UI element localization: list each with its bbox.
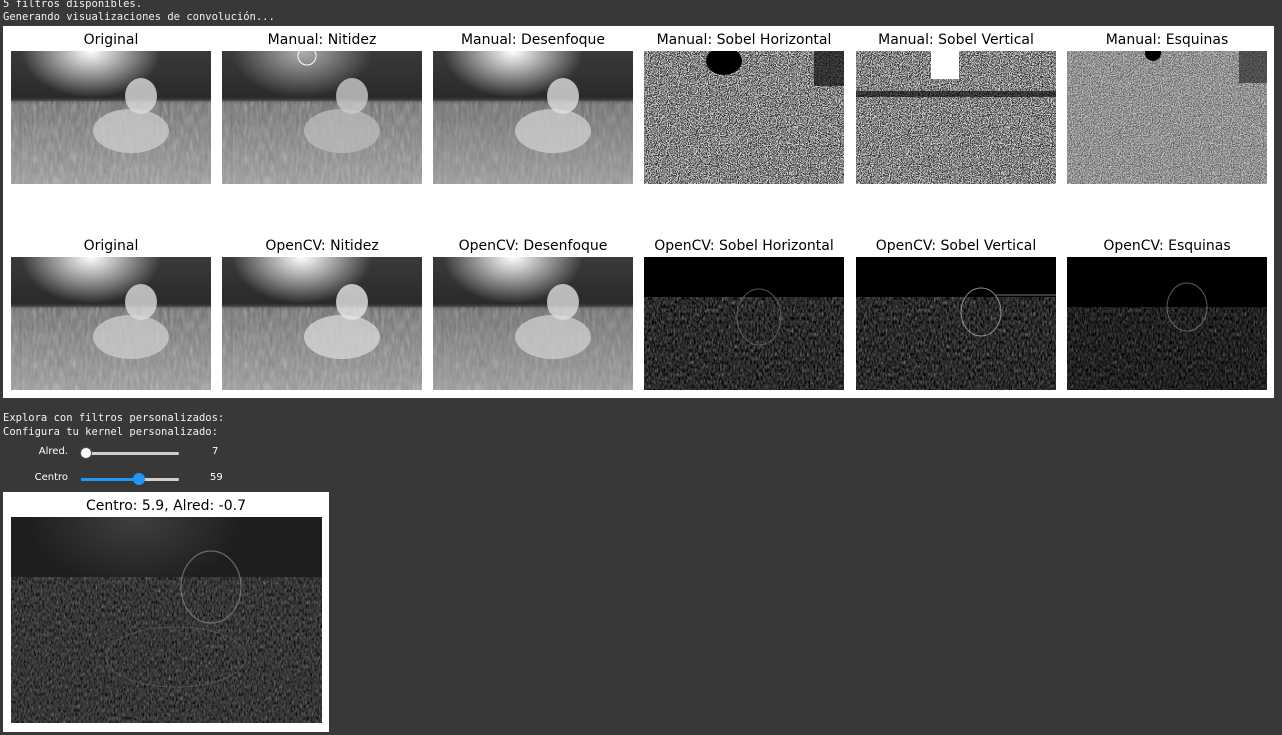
image-opencv-blur	[433, 257, 633, 390]
title-opencv-corners: OpenCV: Esquinas	[1103, 238, 1231, 254]
image-opencv-sobel-v	[856, 257, 1056, 390]
title-manual-sobel-v: Manual: Sobel Vertical	[878, 32, 1034, 48]
title-opencv-sobel-v: OpenCV: Sobel Vertical	[875, 238, 1037, 254]
slider-centro-value: 59	[210, 472, 223, 483]
image-manual-corners	[1067, 51, 1267, 184]
title-manual-blur: Manual: Desenfoque	[460, 32, 606, 48]
slider-centro-track[interactable]	[81, 473, 179, 485]
title-original-row2: Original	[83, 238, 139, 254]
image-manual-sobel-h	[644, 51, 844, 184]
title-manual-sharpen: Manual: Nitidez	[267, 32, 377, 48]
convolution-grid-figure: Original Manual: Nitidez Manual: Desenfo…	[3, 26, 1274, 398]
slider-alred-label: Alred.	[38, 446, 68, 457]
image-manual-sobel-v	[856, 51, 1056, 184]
image-original-row1	[11, 51, 211, 184]
image-opencv-corners	[1067, 257, 1267, 390]
title-manual-corners: Manual: Esquinas	[1105, 32, 1229, 48]
image-opencv-sobel-h	[644, 257, 844, 390]
log-line-configure: Configura tu kernel personalizado:	[3, 426, 218, 438]
log-line-filters: 5 filtros disponibles.	[3, 0, 143, 10]
custom-kernel-figure: Centro: 5.9, Alred: -0.7	[3, 492, 329, 732]
title-opencv-blur: OpenCV: Desenfoque	[458, 238, 608, 254]
image-manual-blur	[433, 51, 633, 184]
image-manual-sharpen	[222, 51, 422, 184]
title-original-row1: Original	[83, 32, 139, 48]
title-opencv-sobel-h: OpenCV: Sobel Horizontal	[654, 238, 834, 254]
image-original-row2	[11, 257, 211, 390]
slider-centro-fill	[81, 478, 139, 481]
image-custom-kernel	[11, 517, 322, 723]
slider-alred-track[interactable]	[79, 447, 179, 459]
slider-alred-value: 7	[212, 446, 219, 457]
slider-alred-handle[interactable]	[79, 447, 92, 459]
custom-kernel-title: Centro: 5.9, Alred: -0.7	[86, 498, 246, 514]
log-line-explore: Explora con filtros personalizados:	[3, 412, 225, 424]
title-manual-sobel-h: Manual: Sobel Horizontal	[656, 32, 832, 48]
log-line-generating: Generando visualizaciones de convolución…	[3, 11, 275, 23]
slider-centro-handle[interactable]	[132, 473, 145, 485]
slider-centro-label: Centro	[34, 472, 68, 483]
title-opencv-sharpen: OpenCV: Nitidez	[265, 238, 379, 254]
image-opencv-sharpen	[222, 257, 422, 390]
